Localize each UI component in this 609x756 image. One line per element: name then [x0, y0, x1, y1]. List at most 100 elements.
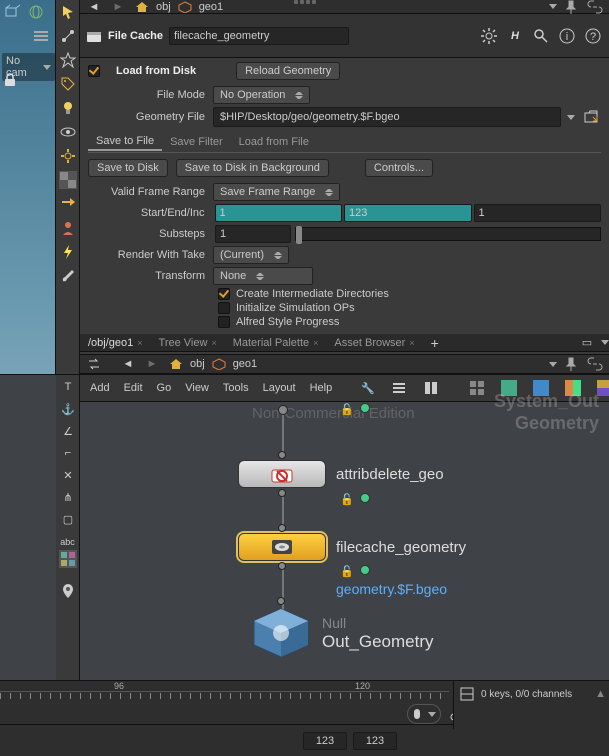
maximize-icon[interactable]: ▭	[578, 334, 596, 352]
marker-icon[interactable]	[59, 582, 77, 600]
align-icon[interactable]	[423, 379, 439, 397]
list-icon[interactable]	[391, 379, 407, 397]
info2-icon[interactable]: i	[558, 27, 576, 45]
tool-select-icon[interactable]	[59, 3, 77, 21]
branch-icon[interactable]: ⋔	[59, 488, 77, 506]
pane-menu-icon[interactable]	[601, 340, 609, 345]
menu-layout[interactable]: Layout	[263, 382, 296, 394]
tab-treeview[interactable]: Tree View×	[151, 335, 225, 351]
path-history-icon[interactable]	[549, 4, 557, 9]
home-icon[interactable]	[167, 355, 185, 373]
close-icon[interactable]: ×	[313, 338, 318, 348]
tool-lamp-icon[interactable]	[59, 99, 77, 117]
add-tab-icon[interactable]: +	[423, 333, 447, 353]
path-obj[interactable]: obj	[156, 1, 171, 13]
nv-path-geo[interactable]: geo1	[233, 358, 257, 370]
pin-icon[interactable]	[562, 355, 580, 373]
tab-assetbrowser[interactable]: Asset Browser×	[326, 335, 422, 351]
tab-objgeo[interactable]: /obj/geo1×	[80, 335, 151, 351]
forward-icon[interactable]: ►	[143, 355, 161, 373]
lock-icon[interactable]: 🔓	[340, 493, 354, 506]
gear-icon[interactable]	[480, 27, 498, 45]
grid4-icon[interactable]	[469, 379, 485, 397]
transform-dropdown[interactable]: None	[213, 267, 313, 285]
alfred-check[interactable]	[218, 316, 230, 328]
tab-load-from-file[interactable]: Load from File	[231, 134, 317, 150]
valid-frame-range-dropdown[interactable]: Save Frame Range	[213, 183, 340, 201]
back-icon[interactable]: ◄	[119, 355, 137, 373]
close-icon[interactable]: ×	[137, 338, 142, 348]
display-flag-icon[interactable]	[360, 565, 370, 575]
node-attribdelete[interactable]: attribdelete_geo	[238, 460, 444, 488]
anchor-icon[interactable]: ⚓	[59, 400, 77, 418]
abc-label[interactable]: abc	[58, 537, 77, 547]
tab-save-to-file[interactable]: Save to File	[88, 133, 162, 151]
close-icon[interactable]: ×	[409, 338, 414, 348]
lock-icon[interactable]	[4, 73, 16, 87]
persp-icon[interactable]	[3, 3, 21, 21]
reload-button[interactable]: Reload Geometry	[236, 62, 340, 80]
tab-save-filter[interactable]: Save Filter	[162, 134, 231, 150]
save-to-disk-button[interactable]: Save to Disk	[88, 159, 168, 177]
node-name-input[interactable]: filecache_geometry	[169, 27, 349, 45]
angle-icon[interactable]: ∠	[59, 422, 77, 440]
tool-checker-icon[interactable]	[59, 171, 77, 189]
lock-icon[interactable]: 🔓	[340, 565, 354, 578]
houdini-icon[interactable]: H	[506, 27, 524, 45]
channels-icon[interactable]	[458, 685, 476, 703]
menu-add[interactable]: Add	[90, 382, 110, 394]
start-input[interactable]: 1	[215, 204, 343, 222]
search-icon[interactable]	[532, 27, 550, 45]
save-bg-button[interactable]: Save to Disk in Background	[176, 159, 329, 177]
play-key-button[interactable]	[407, 704, 441, 724]
timeline[interactable]: 96 120 0 keys, 0/0 channels ▲	[0, 680, 609, 704]
view-settings-icon[interactable]	[32, 27, 50, 45]
close-icon[interactable]: ×	[211, 338, 216, 348]
display-flag-icon[interactable]	[360, 493, 370, 503]
menu-tools[interactable]: Tools	[223, 382, 249, 394]
globe-icon[interactable]	[27, 3, 45, 21]
tool-eye-icon[interactable]	[59, 123, 77, 141]
end-input[interactable]: 123	[344, 204, 472, 222]
network-view[interactable]: T ⚓ ∠ ⌐ ✕ ⋔ ▢ abc Add Edit Go View Tools…	[0, 374, 609, 680]
wrench-icon[interactable]: 🔧	[361, 379, 375, 397]
path-geo[interactable]: geo1	[199, 1, 223, 13]
create-intermediate-check[interactable]	[218, 288, 230, 300]
display-flag-icon[interactable]	[360, 403, 370, 413]
lock-icon[interactable]: 🔓	[340, 403, 354, 416]
chevron-up-icon[interactable]: ▲	[595, 688, 606, 700]
tab-matpal[interactable]: Material Palette×	[225, 335, 327, 351]
node-filecache[interactable]: filecache_geometry	[238, 533, 466, 561]
tool-gear-icon[interactable]	[59, 147, 77, 165]
square-icon[interactable]: ▢	[59, 510, 77, 528]
xpand-icon[interactable]: ✕	[59, 466, 77, 484]
geometry-file-input[interactable]: $HIP/Desktop/geo/geometry.$F.bgeo	[213, 107, 561, 127]
substeps-input[interactable]: 1	[215, 225, 291, 243]
tool-avatar-icon[interactable]	[59, 219, 77, 237]
tool-tag-icon[interactable]	[59, 75, 77, 93]
forward-icon[interactable]: ►	[109, 0, 127, 16]
nv-path-obj[interactable]: obj	[190, 358, 205, 370]
swap-icon[interactable]	[85, 355, 103, 373]
menu-help[interactable]: Help	[310, 382, 333, 394]
geo-icon[interactable]	[210, 355, 228, 373]
load-from-disk-check[interactable]	[88, 65, 100, 77]
link-icon[interactable]	[586, 355, 604, 373]
render-with-take-dropdown[interactable]: (Current)	[213, 246, 289, 264]
menu-view[interactable]: View	[185, 382, 209, 394]
corner-icon[interactable]: ⌐	[59, 444, 77, 462]
nv-history-icon[interactable]	[549, 362, 557, 367]
palette-icon[interactable]	[59, 550, 77, 568]
help-icon[interactable]: ?	[584, 27, 602, 45]
init-sim-check[interactable]	[218, 302, 230, 314]
tool-star-icon[interactable]	[59, 51, 77, 69]
tool-brush-icon[interactable]	[59, 267, 77, 285]
file-mode-dropdown[interactable]: No Operation	[213, 86, 310, 104]
controls-button[interactable]: Controls...	[365, 159, 433, 177]
node-output-dot[interactable]	[278, 405, 288, 415]
tool-pen-icon[interactable]	[59, 27, 77, 45]
node-out-null[interactable]: Null Out_Geometry	[250, 607, 434, 659]
geometry-file-history-icon[interactable]	[567, 115, 575, 120]
menu-go[interactable]: Go	[157, 382, 172, 394]
tool-swap-icon[interactable]	[59, 195, 77, 213]
